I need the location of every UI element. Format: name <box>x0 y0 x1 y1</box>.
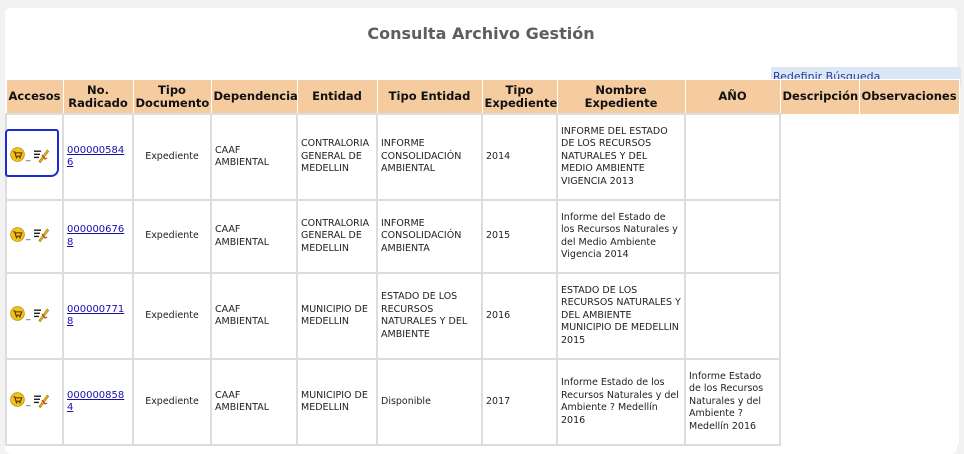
tipo-documento-cell: Expediente <box>132 358 212 446</box>
col-header-tipo-expediente: Tipo Expediente <box>481 79 558 115</box>
anio-cell <box>684 113 781 201</box>
dependencia-cell: CAAF AMBIENTAL <box>210 272 298 360</box>
access-separator: _ <box>26 231 31 242</box>
results-table: Accesos No. Radicado Tipo Documento Depe… <box>5 79 960 446</box>
access-separator: _ <box>26 151 31 162</box>
edit-icon[interactable] <box>32 226 49 247</box>
radicado-cell: 0000008584 <box>62 358 134 446</box>
table-row: _ 0000007718 Expediente CAAF AMBIENTAL M… <box>5 272 959 360</box>
entidad-cell: MUNICIPIO DE MEDELLIN <box>296 358 378 446</box>
table-row: _ 0000005846 Expediente CAAF AMBIENTAL C… <box>5 113 959 201</box>
dependencia-cell: CAAF AMBIENTAL <box>210 199 298 274</box>
radicado-cell: 0000005846 <box>62 113 134 201</box>
anio-cell: Informe Estado de los Recursos Naturales… <box>684 358 781 446</box>
accesos-cell: _ <box>5 272 64 360</box>
tipo-documento-cell: Expediente <box>132 272 212 360</box>
edit-icon[interactable] <box>32 306 49 327</box>
col-header-tipo-documento: Tipo Documento <box>132 79 212 115</box>
radicado-cell: 0000007718 <box>62 272 134 360</box>
observaciones-cell <box>859 273 959 359</box>
col-header-accesos: Accesos <box>5 79 64 115</box>
anio-cell <box>684 272 781 360</box>
col-header-nombre-expediente: Nombre Expediente <box>556 79 686 115</box>
cart-icon[interactable] <box>10 392 25 412</box>
observaciones-cell <box>859 200 959 273</box>
col-header-dependencia: Dependencia <box>210 79 298 115</box>
tipo-documento-cell: Expediente <box>132 199 212 274</box>
radicado-link[interactable]: 0000006768 <box>67 224 124 248</box>
nombre-expediente-cell: ESTADO DE LOS RECURSOS NATURALES Y DEL A… <box>556 272 686 360</box>
entidad-cell: MUNICIPIO DE MEDELLIN <box>296 272 378 360</box>
table-row: _ 0000008584 Expediente CAAF AMBIENTAL M… <box>5 358 959 446</box>
cart-icon[interactable] <box>10 306 25 326</box>
tipo-expediente-cell: 2016 <box>481 272 558 360</box>
col-header-entidad: Entidad <box>296 79 378 115</box>
tipo-entidad-cell: INFORME CONSOLIDACIÓN AMBIENTAL <box>376 113 483 201</box>
cart-icon[interactable] <box>10 227 25 247</box>
radicado-link[interactable]: 0000007718 <box>67 304 124 328</box>
entidad-cell: CONTRALORIA GENERAL DE MEDELLIN <box>296 113 378 201</box>
col-header-tipo-entidad: Tipo Entidad <box>376 79 483 115</box>
accesos-cell: _ <box>5 358 64 446</box>
descripcion-cell <box>780 359 859 445</box>
col-header-radicado: No. Radicado <box>62 79 134 115</box>
nombre-expediente-cell: Informe Estado de los Recursos Naturales… <box>556 358 686 446</box>
tipo-expediente-cell: 2017 <box>481 358 558 446</box>
tipo-expediente-cell: 2015 <box>481 199 558 274</box>
nombre-expediente-cell: Informe del Estado de los Recursos Natur… <box>556 199 686 274</box>
table-header-row: Accesos No. Radicado Tipo Documento Depe… <box>5 79 960 115</box>
table-row: _ 0000006768 Expediente CAAF AMBIENTAL C… <box>5 199 959 274</box>
tipo-entidad-cell: INFORME CONSOLIDACIÓN AMBIENTA <box>376 199 483 274</box>
observaciones-cell <box>859 114 959 200</box>
accesos-cell: _ <box>5 199 64 274</box>
edit-icon[interactable] <box>32 392 49 413</box>
access-icons: _ <box>5 128 59 177</box>
tipo-entidad-cell: ESTADO DE LOS RECURSOS NATURALES Y DEL A… <box>376 272 483 360</box>
tipo-expediente-cell: 2014 <box>481 113 558 201</box>
nombre-expediente-cell: INFORME DEL ESTADO DE LOS RECURSOS NATUR… <box>556 113 686 201</box>
page-title: Consulta Archivo Gestión <box>367 24 595 43</box>
col-header-descripcion: Descripción <box>779 79 860 115</box>
access-icons: _ <box>10 306 59 327</box>
descripcion-cell <box>780 273 859 359</box>
tipo-entidad-cell: Disponible <box>376 358 483 446</box>
edit-icon[interactable] <box>32 147 49 168</box>
cart-icon[interactable] <box>10 147 25 167</box>
radicado-link[interactable]: 0000005846 <box>67 145 124 169</box>
observaciones-cell <box>859 359 959 445</box>
dependencia-cell: CAAF AMBIENTAL <box>210 358 298 446</box>
descripcion-cell <box>780 200 859 273</box>
access-separator: _ <box>26 396 31 407</box>
dependencia-cell: CAAF AMBIENTAL <box>210 113 298 201</box>
tipo-documento-cell: Expediente <box>132 113 212 201</box>
access-icons: _ <box>10 392 59 413</box>
col-header-observaciones: Observaciones <box>858 79 960 115</box>
radicado-link[interactable]: 0000008584 <box>67 390 124 414</box>
radicado-cell: 0000006768 <box>62 199 134 274</box>
anio-cell <box>684 199 781 274</box>
entidad-cell: CONTRALORIA GENERAL DE MEDELLIN <box>296 199 378 274</box>
col-header-anio: AÑO <box>684 79 781 115</box>
descripcion-cell <box>780 114 859 200</box>
access-icons: _ <box>10 226 59 247</box>
accesos-cell: _ <box>5 113 64 201</box>
access-separator: _ <box>26 310 31 321</box>
